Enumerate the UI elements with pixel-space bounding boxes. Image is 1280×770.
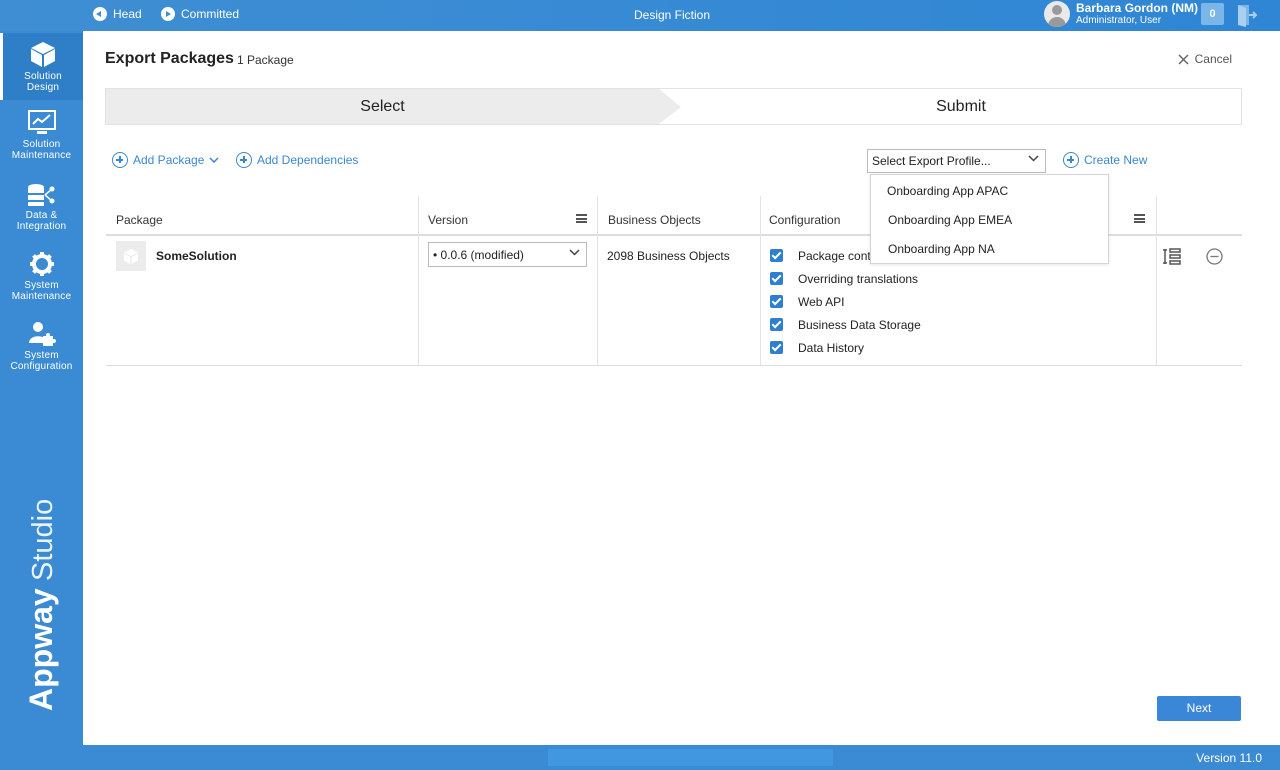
sidebar-item-label: Maintenance bbox=[11, 291, 72, 302]
column-menu-icon[interactable] bbox=[576, 214, 587, 223]
remove-circle-icon[interactable] bbox=[1206, 248, 1223, 265]
add-dependencies-button[interactable]: Add Dependencies bbox=[236, 152, 358, 168]
plus-circle-icon bbox=[1063, 152, 1079, 168]
next-button[interactable]: Next bbox=[1157, 696, 1241, 721]
user-puzzle-icon bbox=[28, 322, 56, 346]
column-divider bbox=[1156, 196, 1157, 365]
dropdown-option[interactable]: Onboarding App NA bbox=[888, 242, 995, 256]
chevron-down-icon bbox=[209, 157, 219, 163]
column-header-configuration[interactable]: Configuration bbox=[769, 213, 840, 227]
config-label: Web API bbox=[798, 295, 845, 309]
page-title: Export Packages bbox=[105, 50, 234, 67]
plus-circle-icon bbox=[236, 152, 252, 168]
config-label: Data History bbox=[798, 341, 865, 355]
sidebar-item-label: Integration bbox=[16, 221, 67, 232]
step-select[interactable]: Select bbox=[106, 89, 659, 124]
column-header-package[interactable]: Package bbox=[116, 213, 163, 227]
main-panel: Export Packages 1 Package Cancel Select … bbox=[83, 31, 1280, 745]
brand-bold: Appway bbox=[23, 588, 59, 711]
brand-light: Studio bbox=[27, 499, 59, 581]
top-bar: Head Committed Design Fiction Barbara Go… bbox=[0, 0, 1280, 31]
cube-icon bbox=[31, 42, 55, 67]
close-icon bbox=[1178, 53, 1189, 65]
create-new-button[interactable]: Create New bbox=[1063, 152, 1147, 168]
monitor-chart-icon bbox=[27, 110, 56, 134]
export-profile-select[interactable]: Select Export Profile... bbox=[867, 149, 1046, 173]
cancel-label: Cancel bbox=[1194, 52, 1232, 66]
sidebar-item-label: Solution bbox=[24, 71, 62, 82]
checkbox-checked[interactable] bbox=[770, 318, 783, 331]
version-select[interactable]: • 0.0.6 (modified) bbox=[428, 242, 587, 267]
column-divider bbox=[597, 196, 598, 365]
plus-circle-icon bbox=[112, 152, 128, 168]
add-package-label: Add Package bbox=[133, 153, 205, 167]
status-bar bbox=[548, 749, 833, 766]
sidebar-item-label: Configuration bbox=[10, 361, 73, 372]
checkbox-checked[interactable] bbox=[770, 341, 783, 354]
details-list-icon[interactable] bbox=[1163, 248, 1181, 265]
sidebar-item-label: Data & bbox=[25, 210, 58, 221]
step-arrow bbox=[659, 89, 681, 124]
chevron-down-icon bbox=[1028, 155, 1039, 162]
sidebar-item-label: System bbox=[24, 350, 59, 361]
export-profile-dropdown: Onboarding App APAC Onboarding App EMEA … bbox=[870, 174, 1109, 264]
business-objects-count: 2098 Business Objects bbox=[607, 249, 730, 263]
notification-badge[interactable]: 0 bbox=[1201, 3, 1224, 25]
dropdown-option[interactable]: Onboarding App APAC bbox=[887, 184, 1008, 198]
footer: Version 11.0 bbox=[83, 745, 1280, 770]
config-label: Overriding translations bbox=[798, 272, 919, 286]
logout-icon[interactable] bbox=[1236, 3, 1258, 27]
sidebar: Solution Design Solution Maintenance Dat… bbox=[0, 31, 83, 770]
sidebar-item-data-integration[interactable]: Data & Integration bbox=[0, 183, 83, 243]
create-new-label: Create New bbox=[1084, 153, 1148, 167]
wizard-steps: Select Submit bbox=[105, 88, 1242, 125]
sidebar-item-solution-maintenance[interactable]: Solution Maintenance bbox=[0, 110, 83, 170]
config-label: Package cont bbox=[798, 249, 871, 263]
export-profile-value: Select Export Profile... bbox=[872, 154, 991, 168]
row-divider bbox=[106, 365, 1242, 366]
sidebar-item-label: System bbox=[24, 280, 59, 291]
checkbox-checked[interactable] bbox=[770, 295, 783, 308]
chevron-down-icon bbox=[569, 249, 580, 256]
package-count: 1 Package bbox=[237, 53, 294, 67]
appway-studio-logo: Appway Studio bbox=[23, 499, 59, 711]
version-label: Version 11.0 bbox=[1196, 751, 1262, 765]
package-name: SomeSolution bbox=[156, 249, 237, 263]
dropdown-option[interactable]: Onboarding App EMEA bbox=[888, 213, 1012, 227]
checkbox-checked[interactable] bbox=[770, 249, 783, 262]
sidebar-item-label: Solution bbox=[22, 139, 61, 150]
user-role: Administrator, User bbox=[1076, 15, 1162, 26]
avatar bbox=[1044, 1, 1070, 27]
column-divider bbox=[760, 196, 761, 365]
sidebar-item-system-configuration[interactable]: System Configuration bbox=[0, 321, 83, 381]
add-package-button[interactable]: Add Package bbox=[112, 152, 219, 168]
sidebar-item-system-maintenance[interactable]: System Maintenance bbox=[0, 251, 83, 311]
checkbox-checked[interactable] bbox=[770, 272, 783, 285]
step-submit[interactable]: Submit bbox=[681, 89, 1241, 124]
gear-icon bbox=[29, 252, 54, 276]
sidebar-item-label: Design bbox=[26, 82, 60, 93]
user-name: Barbara Gordon (NM) bbox=[1076, 1, 1199, 15]
user-info: Barbara Gordon (NM) Administrator, User bbox=[1076, 1, 1199, 27]
add-dependencies-label: Add Dependencies bbox=[257, 153, 359, 167]
column-header-version[interactable]: Version bbox=[428, 213, 468, 227]
sidebar-item-solution-design[interactable]: Solution Design bbox=[0, 33, 83, 100]
column-divider bbox=[418, 196, 419, 365]
column-header-business-objects[interactable]: Business Objects bbox=[608, 213, 701, 227]
cancel-button[interactable]: Cancel bbox=[1178, 52, 1232, 66]
version-value: • 0.0.6 (modified) bbox=[433, 248, 524, 262]
package-icon bbox=[116, 241, 146, 271]
config-label: Business Data Storage bbox=[798, 318, 921, 332]
column-menu-icon[interactable] bbox=[1134, 214, 1145, 223]
user-menu[interactable]: Barbara Gordon (NM) Administrator, User bbox=[1044, 1, 1198, 27]
database-network-icon bbox=[27, 184, 54, 206]
sidebar-item-label: Maintenance bbox=[11, 150, 72, 161]
